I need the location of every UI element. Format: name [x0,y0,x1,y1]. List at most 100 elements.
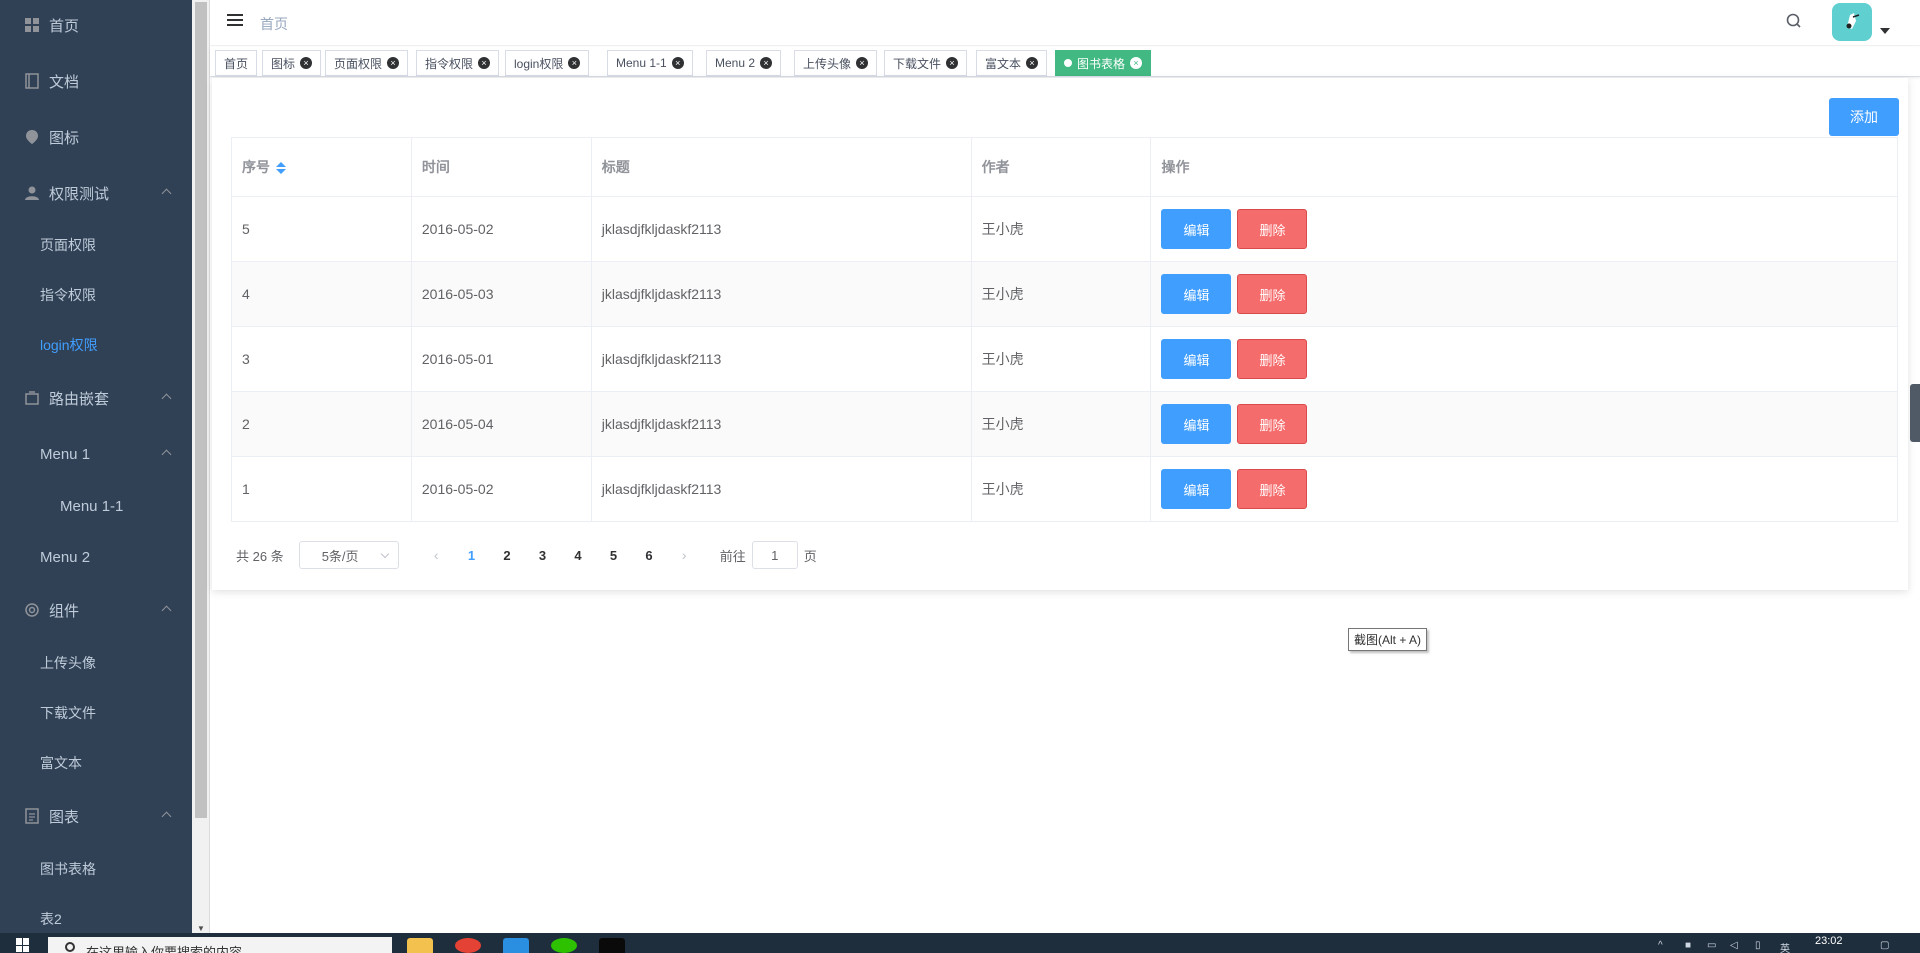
avatar[interactable] [1832,3,1872,41]
tags-view: 首页 图标 × 页面权限 × 指令权限 × login权限 × Menu 1-1… [210,47,1920,77]
table-row: 3 2016-05-01 jklasdjfkljdaskf2113 王小虎 编辑… [231,326,1898,392]
close-icon[interactable]: × [300,57,313,69]
page-number[interactable]: 5 [596,548,632,563]
close-icon[interactable]: × [1130,57,1143,69]
delete-button[interactable]: 删除 [1237,404,1308,444]
tag-book-table[interactable]: 图书表格 × [1055,50,1152,76]
next-page-button[interactable]: › [667,547,702,563]
edit-button[interactable]: 编辑 [1161,339,1232,379]
sidebar-item-upload-avatar[interactable]: 上传头像 [0,638,192,688]
page-number[interactable]: 1 [454,548,490,563]
taskbar-search[interactable]: 在这里输入你要搜索的内容 [48,937,392,953]
edit-button[interactable]: 编辑 [1161,274,1232,314]
page-number[interactable]: 4 [560,548,596,563]
add-button[interactable]: 添加 [1829,98,1899,136]
delete-button[interactable]: 删除 [1237,209,1308,249]
tray-battery-icon[interactable]: ▯ [1755,940,1761,951]
sidebar-item-icons[interactable]: 图标 [0,112,192,162]
sidebar-item-page-permission[interactable]: 页面权限 [0,220,192,270]
page-number[interactable]: 2 [489,548,525,563]
tag-rich-text[interactable]: 富文本 × [976,50,1048,76]
scroll-down-icon[interactable]: ▼ [197,924,205,933]
chrome-icon[interactable] [455,938,481,953]
page-number[interactable]: 6 [631,548,667,563]
tag-icons[interactable]: 图标 × [262,50,322,76]
sidebar-item-label: 下载文件 [40,705,96,721]
close-icon[interactable]: × [856,57,869,69]
main-area: 首页 首页 图标 × 页面权限 × 指令权限 × login权限 × Menu [210,0,1920,933]
sidebar-item-nested[interactable]: 路由嵌套 [0,373,192,423]
sidebar-item-label: login权限 [40,337,98,353]
sidebar-item-label: Menu 1 [40,445,91,463]
tag-menu1-1[interactable]: Menu 1-1 × [607,50,693,76]
edit-button[interactable]: 编辑 [1161,404,1232,444]
sidebar-item-home[interactable]: 首页 [0,0,192,50]
sidebar-item-book-table[interactable]: 图书表格 [0,844,192,894]
sort-icon[interactable] [276,161,286,175]
close-icon[interactable]: × [671,57,684,69]
tag-login-permission[interactable]: login权限 × [505,50,590,76]
tray-chevron-icon[interactable]: ^ [1658,940,1663,951]
delete-button[interactable]: 删除 [1237,274,1308,314]
sidebar-item-table2[interactable]: 表2 [0,894,192,933]
sidebar-item-menu2[interactable]: Menu 2 [0,532,192,582]
tag-upload-avatar[interactable]: 上传头像 × [794,50,878,76]
close-icon[interactable]: × [568,57,581,69]
tray-network-icon[interactable]: ▭ [1707,940,1716,951]
delete-button[interactable]: 删除 [1237,469,1308,509]
sidebar-item-directive-permission[interactable]: 指令权限 [0,270,192,320]
component-icon [24,602,40,618]
close-icon[interactable]: × [1026,57,1039,69]
edge-handle[interactable] [1910,384,1920,442]
close-icon[interactable]: × [387,57,400,69]
chevron-up-icon [161,188,172,199]
tag-menu2[interactable]: Menu 2 × [706,50,782,76]
page-size-value: 5条/页 [321,548,359,564]
close-icon[interactable]: × [760,57,773,69]
edit-button[interactable]: 编辑 [1161,469,1232,509]
close-icon[interactable]: × [946,57,959,69]
goto-page-input[interactable]: 1 [751,541,798,569]
table-row: 5 2016-05-02 jklasdjfkljdaskf2113 王小虎 编辑… [231,196,1898,262]
sidebar-item-components[interactable]: 组件 [0,585,192,635]
page-size-select[interactable]: 5条/页 [298,541,399,569]
tag-directive-permission[interactable]: 指令权限 × [416,50,500,76]
page-number[interactable]: 3 [525,548,561,563]
terminal-icon[interactable] [599,938,625,953]
tray-ime-icon[interactable]: 英 [1780,940,1790,953]
tag-home[interactable]: 首页 [215,50,258,76]
prev-page-button[interactable]: ‹ [419,547,454,563]
table-row: 1 2016-05-02 jklasdjfkljdaskf2113 王小虎 编辑… [231,456,1898,522]
wechat-icon[interactable] [551,938,577,953]
column-header-id[interactable]: 序号 [231,137,412,197]
file-explorer-icon[interactable] [407,938,433,953]
sidebar-item-rich-text[interactable]: 富文本 [0,738,192,788]
breadcrumb[interactable]: 首页 [260,14,288,34]
search-icon[interactable] [1785,12,1803,30]
notification-icon[interactable]: ▢ [1880,940,1889,951]
sidebar-item-menu1-1[interactable]: Menu 1-1 [0,481,192,531]
tray-volume-icon[interactable]: ◁ [1730,940,1738,951]
vscode-icon[interactable] [503,938,529,953]
hamburger-icon[interactable] [227,14,243,28]
sidebar-item-docs[interactable]: 文档 [0,56,192,106]
sidebar-item-download[interactable]: 下载文件 [0,688,192,738]
tray-app-icon[interactable]: ■ [1685,940,1691,951]
tag-download[interactable]: 下载文件 × [884,50,968,76]
sidebar-item-label: 组件 [49,602,80,620]
sidebar-item-login-permission[interactable]: login权限 [0,320,192,370]
sidebar-scrollbar[interactable]: ▲ ▼ [192,0,210,933]
sidebar-item-menu1[interactable]: Menu 1 [0,429,192,479]
taskbar-clock[interactable]: 23:02 [1815,935,1843,947]
edit-button[interactable]: 编辑 [1161,209,1232,249]
sidebar-item-permission[interactable]: 权限测试 [0,168,192,218]
caret-down-icon[interactable] [1880,28,1890,34]
sidebar-item-charts[interactable]: 图表 [0,791,192,841]
column-header-author: 作者 [970,137,1152,197]
windows-start-icon[interactable] [16,938,30,952]
tag-page-permission[interactable]: 页面权限 × [325,50,409,76]
scrollbar-thumb[interactable] [195,2,207,818]
tag-label: 指令权限 [425,56,474,71]
close-icon[interactable]: × [478,57,491,69]
delete-button[interactable]: 删除 [1237,339,1308,379]
